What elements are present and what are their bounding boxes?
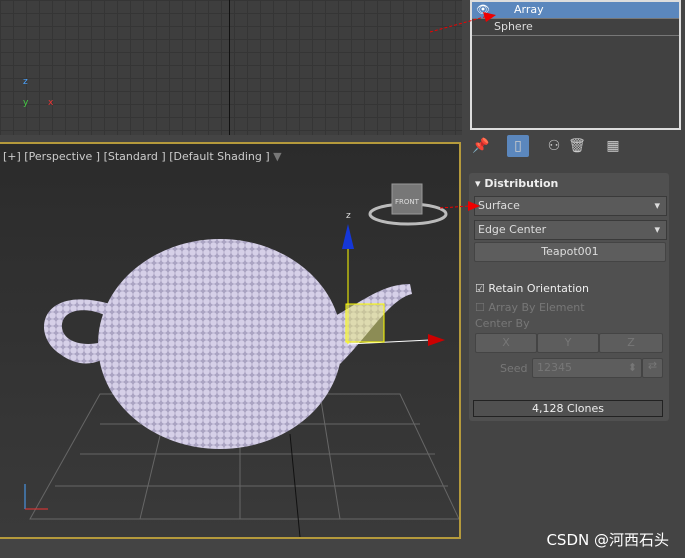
list-item-array[interactable]: 👁 Array: [472, 2, 679, 19]
pin-icon[interactable]: 📌: [470, 135, 492, 157]
axis-y: y: [23, 98, 29, 108]
center-by-label: Center By: [475, 317, 530, 330]
viewcube-label: FRONT: [395, 198, 420, 206]
red-arrow-annotation-2: [440, 201, 480, 211]
scene-explorer-list[interactable]: 👁 Array Sphere: [470, 0, 681, 130]
array-by-element-checkbox[interactable]: ☐ Array By Element: [475, 301, 585, 314]
mode-dropdown[interactable]: Edge Center ▾: [474, 220, 667, 240]
red-arrow-annotation: [429, 12, 496, 33]
svg-text:z: z: [346, 211, 351, 221]
trash-icon[interactable]: 🗑: [566, 135, 588, 157]
retain-orientation-checkbox[interactable]: ☑ Retain Orientation: [475, 282, 589, 295]
seed-spinner[interactable]: 12345 ⬍: [532, 358, 642, 378]
seed-label: Seed: [500, 362, 528, 375]
distribution-rollout: ▾ Distribution Surface ▾ Edge Center ▾ Tea…: [469, 173, 669, 421]
perspective-viewport[interactable]: [+] [Perspective ] [Standard ] [Default …: [0, 142, 461, 539]
list-item-sphere[interactable]: Sphere: [472, 19, 679, 36]
watermark: CSDN @河西石头: [546, 531, 669, 549]
center-z-button[interactable]: Z: [599, 333, 663, 353]
clone-count: 4,128 Clones: [473, 400, 663, 417]
axis-x: x: [48, 98, 54, 108]
pick-object-button[interactable]: Teapot001: [474, 242, 666, 262]
rollout-header[interactable]: ▾ Distribution: [475, 177, 558, 190]
grid-axis: [229, 0, 230, 135]
axis-z: z: [23, 77, 28, 87]
configure-icon[interactable]: ▦: [602, 135, 624, 157]
modifier-toolbar: 📌 ▯ ⚇ 🗑 ▦: [470, 133, 677, 159]
teapot-body: [98, 239, 342, 449]
top-viewport[interactable]: z y x: [0, 0, 462, 135]
modifier-stack-icon[interactable]: ▯: [507, 135, 529, 157]
distribution-dropdown[interactable]: Surface ▾: [474, 196, 667, 216]
make-unique-icon[interactable]: ⚇: [543, 135, 565, 157]
randomize-seed-icon[interactable]: ⇄: [642, 358, 663, 378]
teapot-lid: [189, 240, 241, 268]
center-y-button[interactable]: Y: [537, 333, 599, 353]
scene-canvas: z FRONT: [24, 183, 459, 537]
center-x-button[interactable]: X: [475, 333, 537, 353]
